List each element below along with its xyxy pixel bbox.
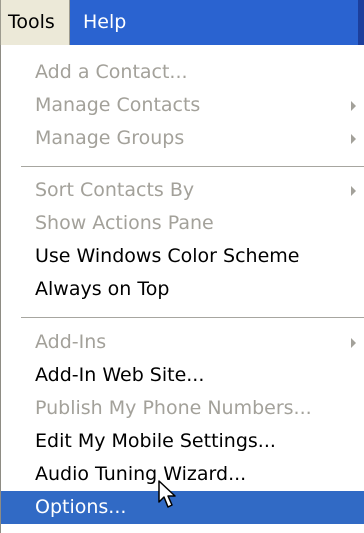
menu-item-show-actions-pane[interactable]: Show Actions Pane (1, 207, 364, 240)
menu-screenshot: Tools Help Add a Contact... Manage Conta… (0, 0, 364, 533)
menu-item-audio-tuning-wizard[interactable]: Audio Tuning Wizard... (1, 458, 364, 491)
menubar-edge (358, 0, 364, 45)
menu-item-add-contact[interactable]: Add a Contact... (1, 56, 364, 89)
menu-item-options[interactable]: Options... (1, 491, 364, 524)
menu-item-label: Add-Ins (35, 331, 107, 353)
menu-item-label: Options... (35, 496, 127, 518)
menu-item-label: Always on Top (35, 278, 170, 300)
menu-item-label: Edit My Mobile Settings... (35, 430, 276, 452)
menu-item-label: Show Actions Pane (35, 212, 214, 234)
menu-item-label: Sort Contacts By (35, 179, 195, 201)
menu-item-always-on-top[interactable]: Always on Top (1, 273, 364, 306)
submenu-arrow-icon (351, 337, 356, 348)
menu-item-publish-phone-numbers[interactable]: Publish My Phone Numbers... (1, 392, 364, 425)
menu-item-edit-mobile-settings[interactable]: Edit My Mobile Settings... (1, 425, 364, 458)
menu-item-label: Use Windows Color Scheme (35, 245, 300, 267)
menu-item-add-in-web-site[interactable]: Add-In Web Site... (1, 359, 364, 392)
submenu-arrow-icon (351, 185, 356, 196)
menu-separator (21, 166, 364, 168)
menu-item-label: Manage Groups (35, 127, 185, 149)
menu-item-windows-color-scheme[interactable]: Use Windows Color Scheme (1, 240, 364, 273)
menu-item-label: Add a Contact... (35, 61, 188, 83)
menu-tools[interactable]: Tools (0, 0, 70, 45)
menu-item-manage-groups[interactable]: Manage Groups (1, 122, 364, 155)
menu-bar: Tools Help (0, 0, 364, 45)
submenu-arrow-icon (351, 133, 356, 144)
menu-help[interactable]: Help (76, 0, 142, 45)
submenu-arrow-icon (351, 100, 356, 111)
menu-item-label: Manage Contacts (35, 94, 201, 116)
menu-item-label: Add-In Web Site... (35, 364, 205, 386)
mouse-pointer-icon (158, 480, 176, 508)
menu-item-label: Publish My Phone Numbers... (35, 397, 312, 419)
menu-item-add-ins[interactable]: Add-Ins (1, 326, 364, 359)
menu-item-sort-contacts[interactable]: Sort Contacts By (1, 174, 364, 207)
menu-item-manage-contacts[interactable]: Manage Contacts (1, 89, 364, 122)
menu-item-label: Audio Tuning Wizard... (35, 463, 247, 485)
menu-separator (21, 317, 364, 319)
tools-dropdown-menu: Add a Contact... Manage Contacts Manage … (0, 45, 364, 533)
